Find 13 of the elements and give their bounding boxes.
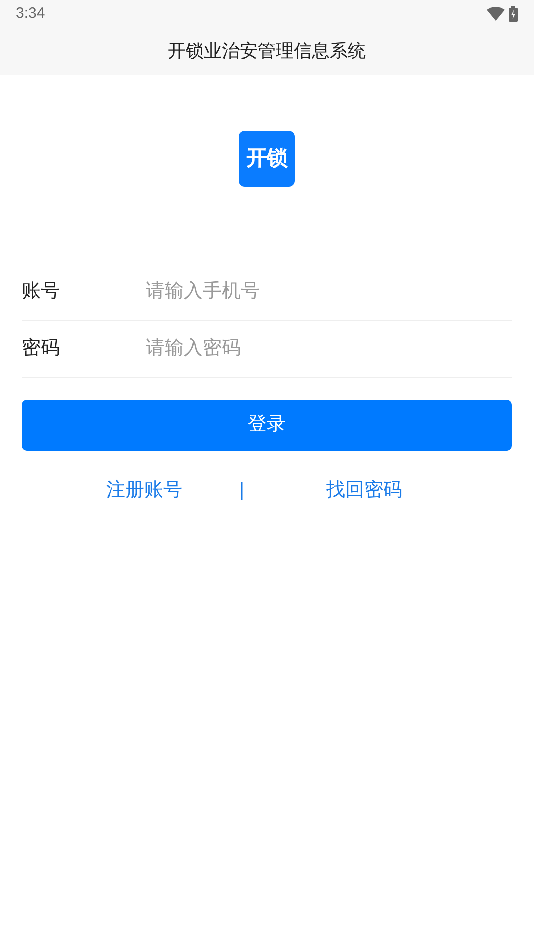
link-separator: | bbox=[240, 479, 244, 503]
window-title: 开锁业治安管理信息系统 bbox=[168, 40, 366, 63]
status-time: 3:34 bbox=[16, 4, 46, 24]
recover-password-link[interactable]: 找回密码 bbox=[244, 477, 484, 506]
field-label: 账号 bbox=[22, 280, 61, 304]
login-button[interactable]: 登录 bbox=[22, 400, 512, 451]
battery-icon bbox=[509, 6, 518, 22]
field-label: 密码 bbox=[22, 336, 61, 361]
register-link[interactable]: 注册账号 bbox=[50, 477, 240, 506]
input-field[interactable]: 请输入密码 bbox=[146, 329, 512, 369]
wifi-icon bbox=[487, 7, 505, 21]
input-field[interactable]: 请输入手机号 bbox=[146, 272, 512, 312]
app-logo: 开锁 bbox=[239, 131, 295, 187]
